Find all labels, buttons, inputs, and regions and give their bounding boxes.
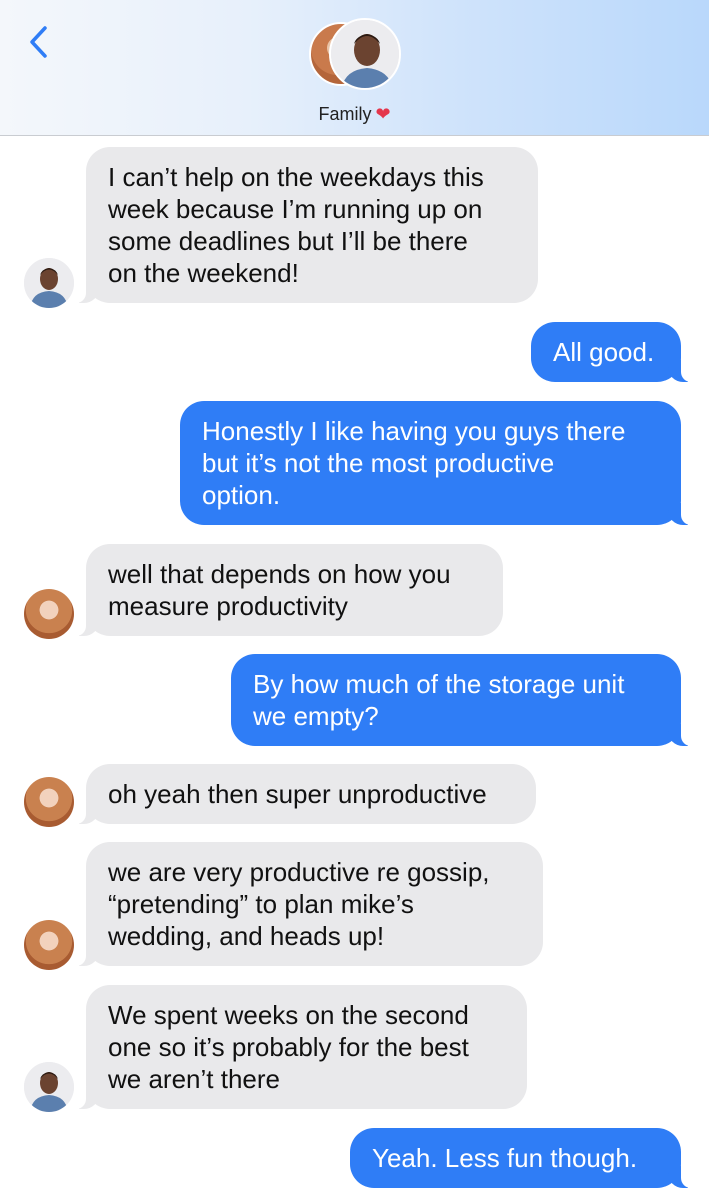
group-avatar[interactable] (309, 18, 401, 94)
message-bubble-incoming[interactable]: well that depends on how you measure pro… (74, 544, 503, 636)
message-bubble-incoming[interactable]: we are very productive re gossip, “prete… (74, 842, 543, 966)
message-bubble-incoming[interactable]: I can’t help on the weekdays this week b… (74, 147, 538, 303)
message-bubble-outgoing[interactable]: Yeah. Less fun though. (350, 1128, 693, 1188)
sender-avatar[interactable] (24, 777, 74, 827)
back-button[interactable] (18, 22, 58, 62)
conversation-header: Family ❤ (0, 0, 709, 136)
avatar-male (329, 18, 401, 90)
message-bubble-outgoing[interactable]: All good. (531, 322, 693, 382)
sender-avatar[interactable] (24, 589, 74, 639)
message-bubble-outgoing[interactable]: By how much of the storage unit we empty… (231, 654, 693, 746)
message-bubble-outgoing[interactable]: Honestly I like having you guys there bu… (180, 401, 693, 525)
heart-icon: ❤ (375, 104, 391, 124)
message-bubble-incoming[interactable]: We spent weeks on the second one so it’s… (74, 985, 527, 1109)
sender-avatar[interactable] (24, 258, 74, 308)
sender-avatar[interactable] (24, 920, 74, 970)
chevron-left-icon (30, 26, 47, 58)
message-bubble-incoming[interactable]: oh yeah then super unproductive (74, 764, 536, 824)
conversation-title[interactable]: Family ❤ (0, 104, 709, 125)
sender-avatar[interactable] (24, 1062, 74, 1112)
group-name: Family (318, 104, 372, 124)
